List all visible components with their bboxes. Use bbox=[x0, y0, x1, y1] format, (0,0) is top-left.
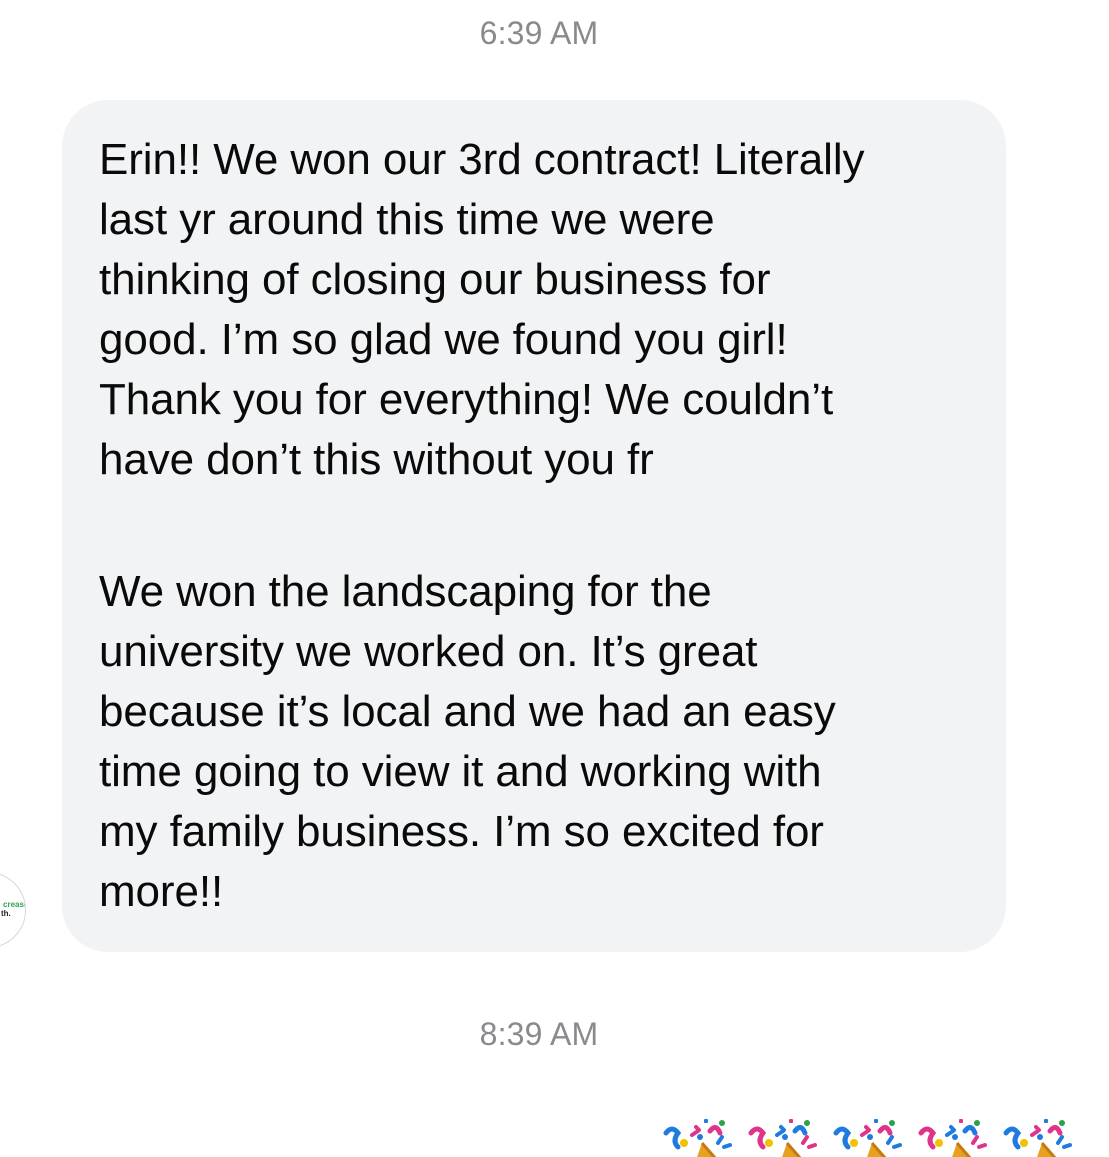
party-popper-icon bbox=[998, 1113, 1082, 1157]
party-popper-icon bbox=[913, 1113, 997, 1157]
timestamp: 6:39 AM bbox=[479, 15, 599, 51]
message-paragraph: We won the landscaping for the universit… bbox=[99, 567, 836, 916]
message-bubble[interactable]: Erin!! We won our 3rd contract! Literall… bbox=[62, 100, 1006, 952]
party-popper-icon bbox=[828, 1113, 912, 1157]
party-popper-icon bbox=[658, 1113, 742, 1157]
message-paragraph: Erin!! We won our 3rd contract! Literall… bbox=[99, 135, 865, 484]
avatar-text: creased bbox=[3, 900, 25, 909]
avatar[interactable]: creased th. bbox=[0, 872, 26, 948]
avatar-text: th. bbox=[1, 909, 11, 918]
emoji-message[interactable] bbox=[658, 1113, 1109, 1157]
party-popper-icon bbox=[743, 1113, 827, 1157]
timestamp: 8:39 AM bbox=[479, 1016, 599, 1052]
